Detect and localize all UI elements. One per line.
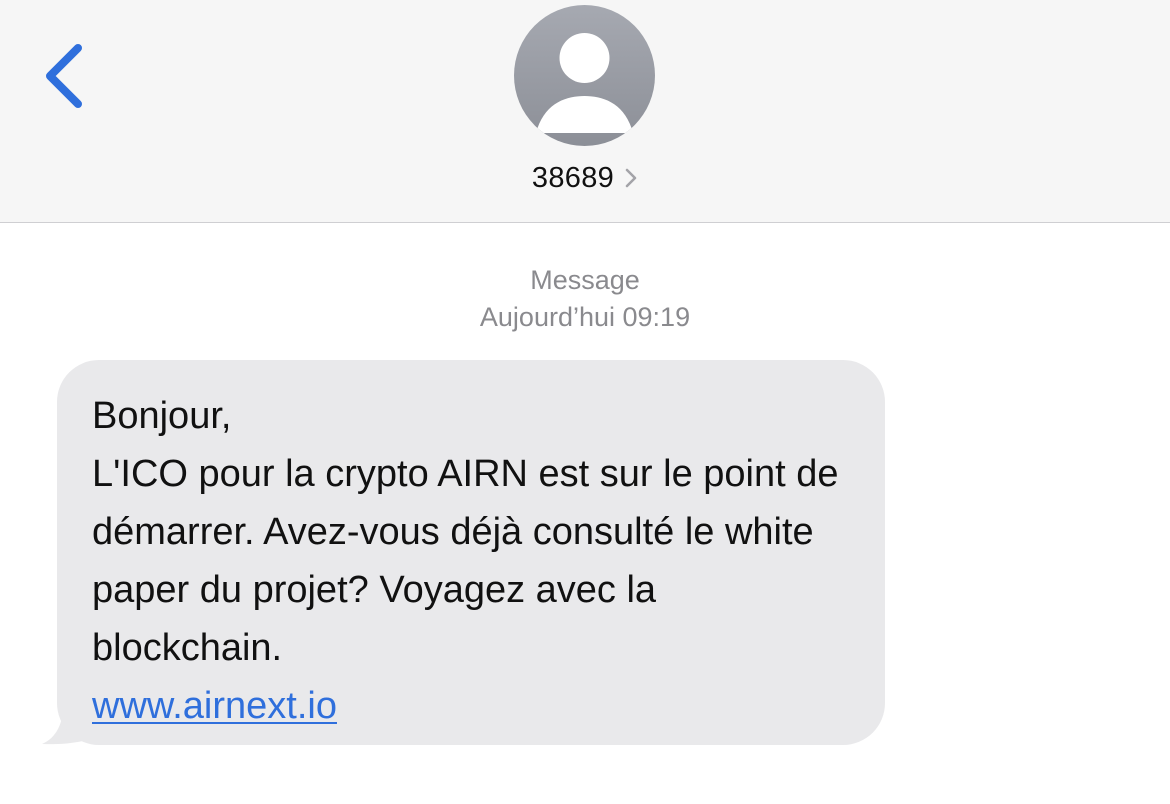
chevron-right-icon (625, 168, 637, 188)
conversation-header: 38689 (0, 0, 1170, 223)
message-link[interactable]: www.airnext.io (92, 685, 337, 727)
chevron-left-icon (46, 44, 82, 108)
contact-info-button[interactable]: 38689 (0, 158, 1170, 198)
timestamp: Aujourd’hui 09:19 (0, 299, 1170, 336)
incoming-message[interactable]: Bonjour, L'ICO pour la crypto AIRN est s… (42, 360, 885, 745)
message-text: Bonjour, L'ICO pour la crypto AIRN est s… (92, 395, 839, 669)
contact-name: 38689 (531, 161, 615, 194)
message-bubble[interactable]: Bonjour, L'ICO pour la crypto AIRN est s… (57, 360, 885, 745)
timestamp-day: Aujourd’hui (479, 302, 615, 332)
message-metadata: Message Aujourd’hui 09:19 (0, 262, 1170, 336)
contact-avatar[interactable] (514, 5, 655, 146)
person-silhouette-icon (536, 33, 633, 133)
service-label: Message (530, 265, 640, 295)
timestamp-time: 09:19 (622, 302, 691, 332)
back-button[interactable] (36, 38, 96, 114)
